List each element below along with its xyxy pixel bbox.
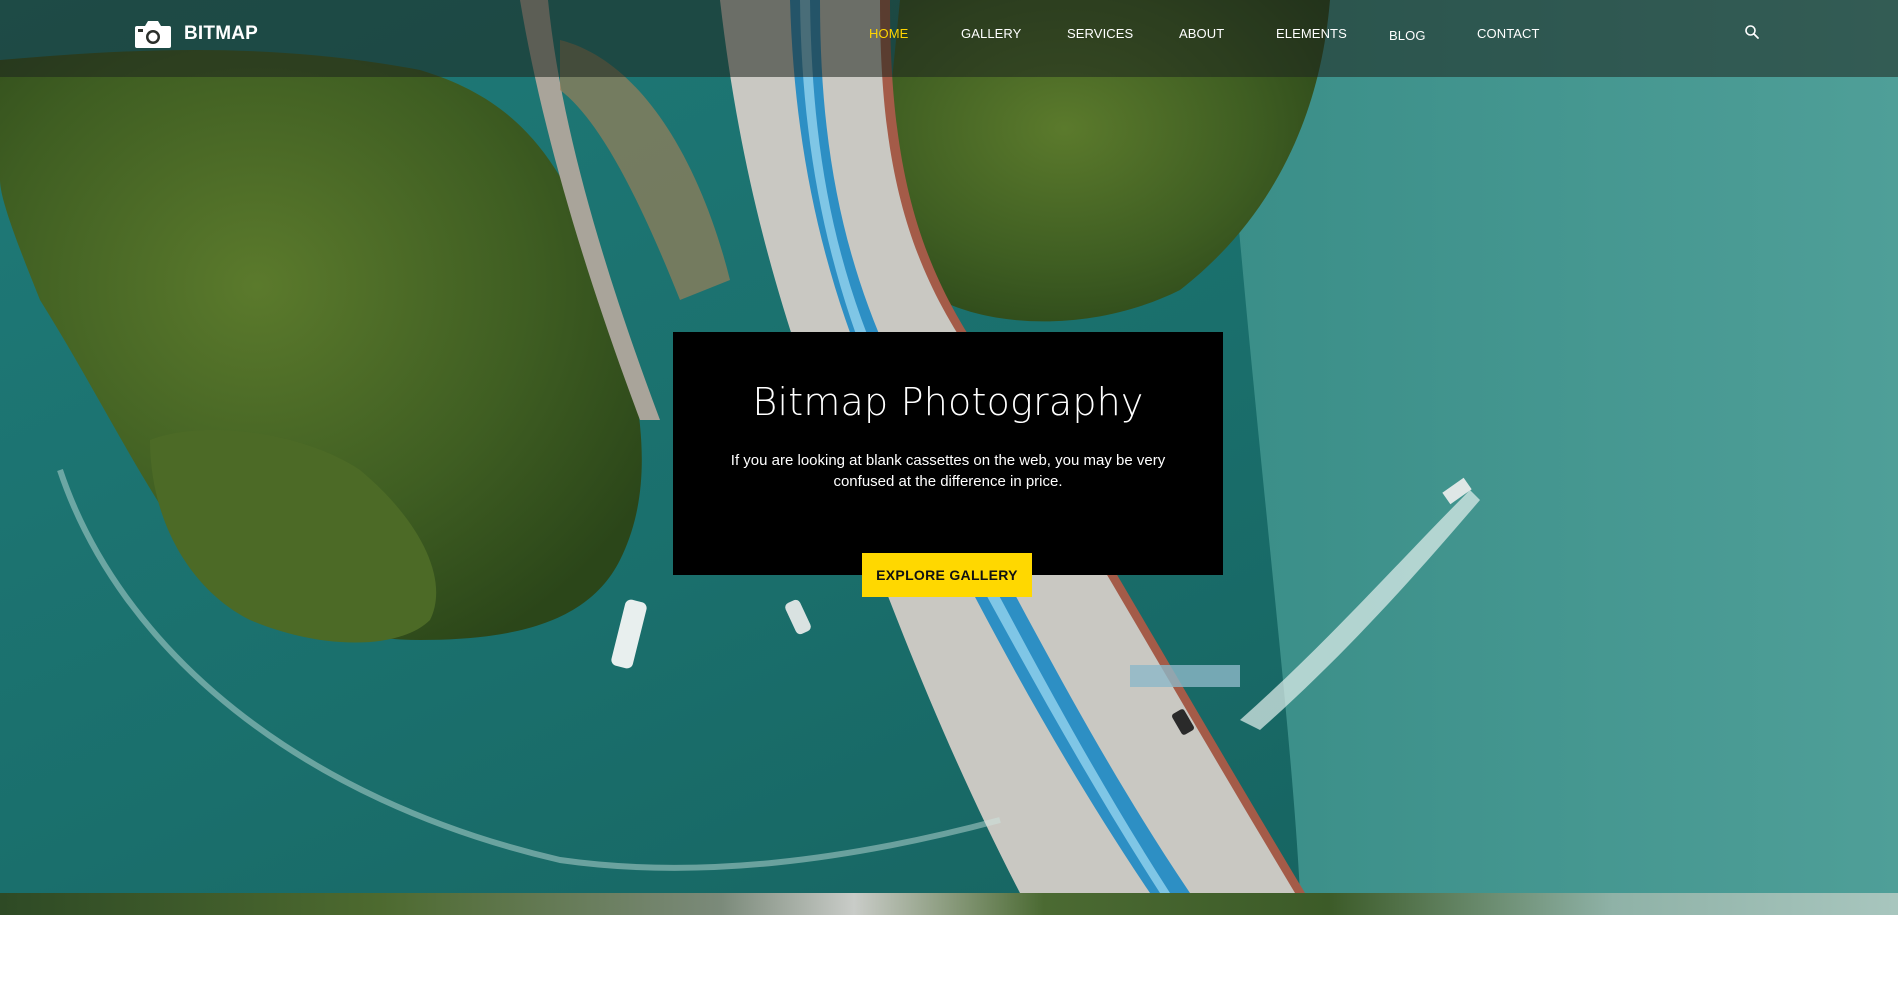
explore-gallery-button[interactable]: EXPLORE GALLERY [862,553,1032,597]
brand-logo[interactable]: BITMAP [134,16,258,52]
hero-title: Bitmap Photography [752,380,1144,424]
nav-item-blog[interactable]: BLOG [1389,28,1426,43]
brand-name: BITMAP [184,23,259,44]
hero-description: If you are looking at blank cassettes on… [730,452,1166,490]
nav-item-about[interactable]: ABOUT [1179,26,1224,41]
camera-icon [135,21,171,48]
hero-content-box: Bitmap Photography If you are looking at… [673,332,1223,575]
nav-item-contact[interactable]: CONTACT [1477,26,1540,41]
top-navigation: BITMAP HOME GALLERY SERVICES ABOUT ELEME… [0,0,1898,77]
nav-item-gallery[interactable]: GALLERY [961,26,1021,41]
nav-item-services[interactable]: SERVICES [1067,26,1133,41]
nav-item-home[interactable]: HOME [869,26,908,41]
search-icon [1745,25,1759,39]
nav-item-elements[interactable]: ELEMENTS [1276,26,1347,41]
photo-strip [0,893,1898,915]
search-button[interactable] [1744,24,1760,40]
